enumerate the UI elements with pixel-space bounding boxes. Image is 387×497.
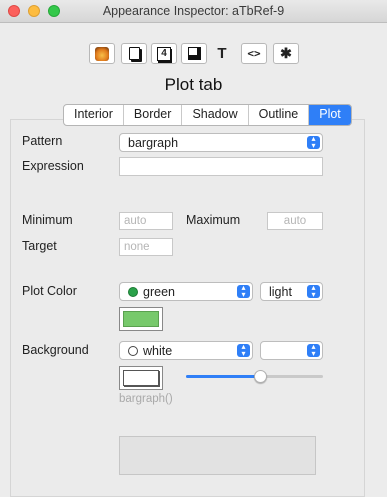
expression-input[interactable] <box>119 157 323 176</box>
number-icon: 4 <box>157 46 171 61</box>
pattern-popup[interactable]: bargraph ▴ ▾ <box>119 133 323 152</box>
border-icon <box>187 47 201 60</box>
plot-color-swatch[interactable] <box>119 307 163 331</box>
background-color-swatch-fill <box>123 370 159 386</box>
appearance-tab-bar: Interior Border Shadow Outline Plot <box>63 104 352 126</box>
plot-color-swatch-fill <box>123 311 159 327</box>
minimum-input[interactable]: auto <box>119 212 173 230</box>
background-color-swatch[interactable] <box>119 366 163 390</box>
tab-shadow[interactable]: Shadow <box>182 105 249 125</box>
minimum-label: Minimum <box>22 213 73 227</box>
tab-border[interactable]: Border <box>124 105 183 125</box>
border-tool-button[interactable] <box>181 43 207 64</box>
app-icon-tool-button[interactable] <box>89 43 115 64</box>
tab-interior[interactable]: Interior <box>64 105 124 125</box>
popup-arrows-icon: ▴ ▾ <box>307 284 320 298</box>
target-label: Target <box>22 239 57 253</box>
gear-tool-button[interactable]: ✱ <box>273 43 299 64</box>
window-title: Appearance Inspector: aTbRef-9 <box>102 4 285 18</box>
number-tool-button[interactable]: 4 <box>151 43 177 64</box>
slider-fill <box>186 375 261 378</box>
maximum-input[interactable]: auto <box>267 212 323 230</box>
maximum-label: Maximum <box>186 213 241 227</box>
code-icon: <> <box>247 47 261 60</box>
pattern-value: bargraph <box>128 136 179 150</box>
popup-arrows-icon: ▴ ▾ <box>237 284 250 298</box>
slider-knob[interactable] <box>254 370 267 383</box>
background-color-popup[interactable]: white ▴ ▾ <box>119 341 253 360</box>
popup-arrows-icon: ▴ ▾ <box>237 343 250 357</box>
background-opacity-slider[interactable] <box>186 369 323 385</box>
document-tool-button[interactable] <box>121 43 147 64</box>
text-icon: T <box>217 45 227 62</box>
target-placeholder: none <box>124 241 150 253</box>
inspector-pane-title: Plot tab <box>164 75 223 94</box>
inspector-pane-toolbar: 4 T <> ✱ <box>89 43 305 65</box>
tab-outline[interactable]: Outline <box>249 105 310 125</box>
white-color-dot-icon <box>128 346 138 356</box>
expression-label: Expression <box>22 159 84 173</box>
gear-icon: ✱ <box>280 45 292 61</box>
plot-color-value: green <box>143 285 175 299</box>
plot-color-label: Plot Color <box>22 284 77 298</box>
popup-arrows-icon: ▴ ▾ <box>307 343 320 357</box>
green-color-dot-icon <box>128 287 138 297</box>
maximum-placeholder: auto <box>283 215 307 227</box>
plot-color-shade-popup[interactable]: light ▴ ▾ <box>260 282 323 301</box>
tab-plot[interactable]: Plot <box>309 105 351 125</box>
plot-color-shade-value: light <box>269 285 292 299</box>
background-shade-popup[interactable]: ▴ ▾ <box>260 341 323 360</box>
document-icon <box>128 47 140 60</box>
title-bar: Appearance Inspector: aTbRef-9 <box>0 0 387 23</box>
text-tool-button[interactable]: T <box>211 43 233 64</box>
code-tool-button[interactable]: <> <box>241 43 267 64</box>
plot-color-popup[interactable]: green ▴ ▾ <box>119 282 253 301</box>
minimum-placeholder: auto <box>124 215 147 227</box>
plot-preview-box <box>119 436 316 475</box>
background-label: Background <box>22 343 89 357</box>
target-input[interactable]: none <box>119 238 173 256</box>
background-color-value: white <box>143 344 173 358</box>
pattern-label: Pattern <box>22 134 63 148</box>
plot-preview-caption: bargraph() <box>119 393 173 405</box>
app-icon <box>95 46 109 61</box>
popup-arrows-icon: ▴ ▾ <box>307 135 320 149</box>
